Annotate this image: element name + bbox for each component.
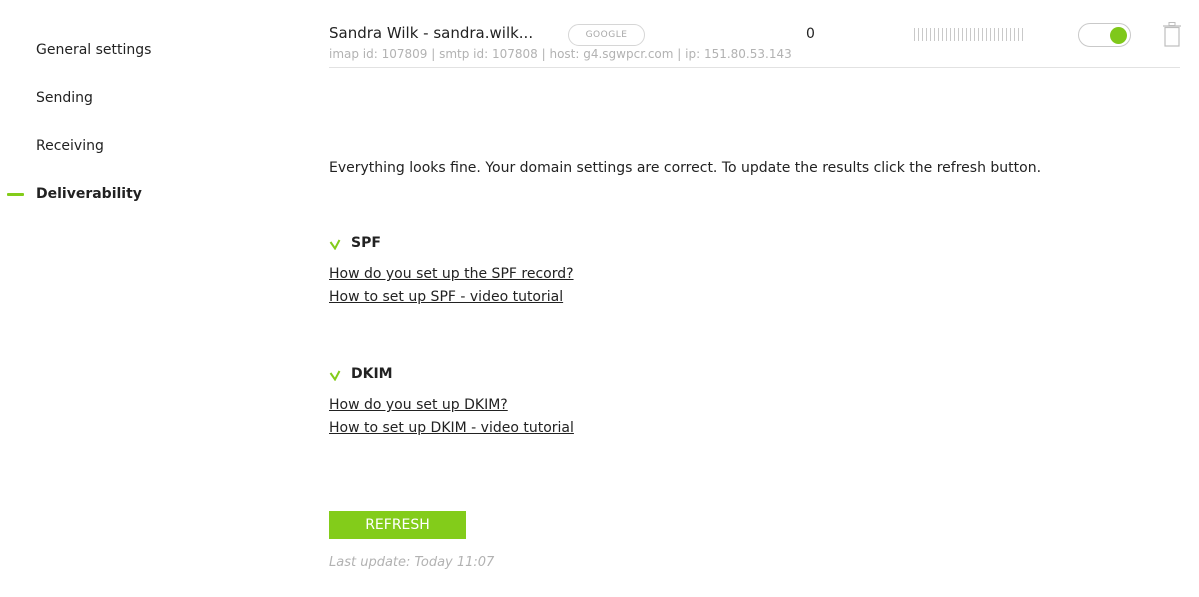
active-item-indicator [7,193,24,196]
last-update-text: Last update: Today 11:07 [329,555,495,570]
sidebar-item-deliverability[interactable]: Deliverability [36,185,142,203]
spf-setup-link[interactable]: How do you set up the SPF record? [329,265,574,283]
spf-video-tutorial-link[interactable]: How to set up SPF - video tutorial [329,288,563,306]
check-icon [329,239,341,250]
dkim-setup-link[interactable]: How do you set up DKIM? [329,396,508,414]
provider-badge: GOOGLE [568,24,645,46]
usage-bar [914,28,1024,41]
check-icon [329,370,341,381]
sidebar-item-general-settings[interactable]: General settings [36,41,151,59]
sidebar-item-sending[interactable]: Sending [36,89,93,107]
account-count: 0 [806,26,815,42]
settings-sidebar: General settings Sending Receiving Deliv… [0,0,300,597]
refresh-button[interactable]: REFRESH [329,511,466,539]
account-enabled-toggle[interactable] [1078,23,1131,47]
dkim-title: DKIM [351,366,393,382]
trash-icon[interactable] [1163,22,1181,47]
account-meta: imap id: 107809 | smtp id: 107808 | host… [329,47,792,61]
spf-title: SPF [351,235,381,251]
dkim-video-tutorial-link[interactable]: How to set up DKIM - video tutorial [329,419,574,437]
toggle-knob [1110,27,1127,44]
header-divider [329,67,1180,68]
sidebar-item-receiving[interactable]: Receiving [36,137,104,155]
account-name: Sandra Wilk - sandra.wilk... [329,24,534,42]
status-message: Everything looks fine. Your domain setti… [329,160,1042,176]
